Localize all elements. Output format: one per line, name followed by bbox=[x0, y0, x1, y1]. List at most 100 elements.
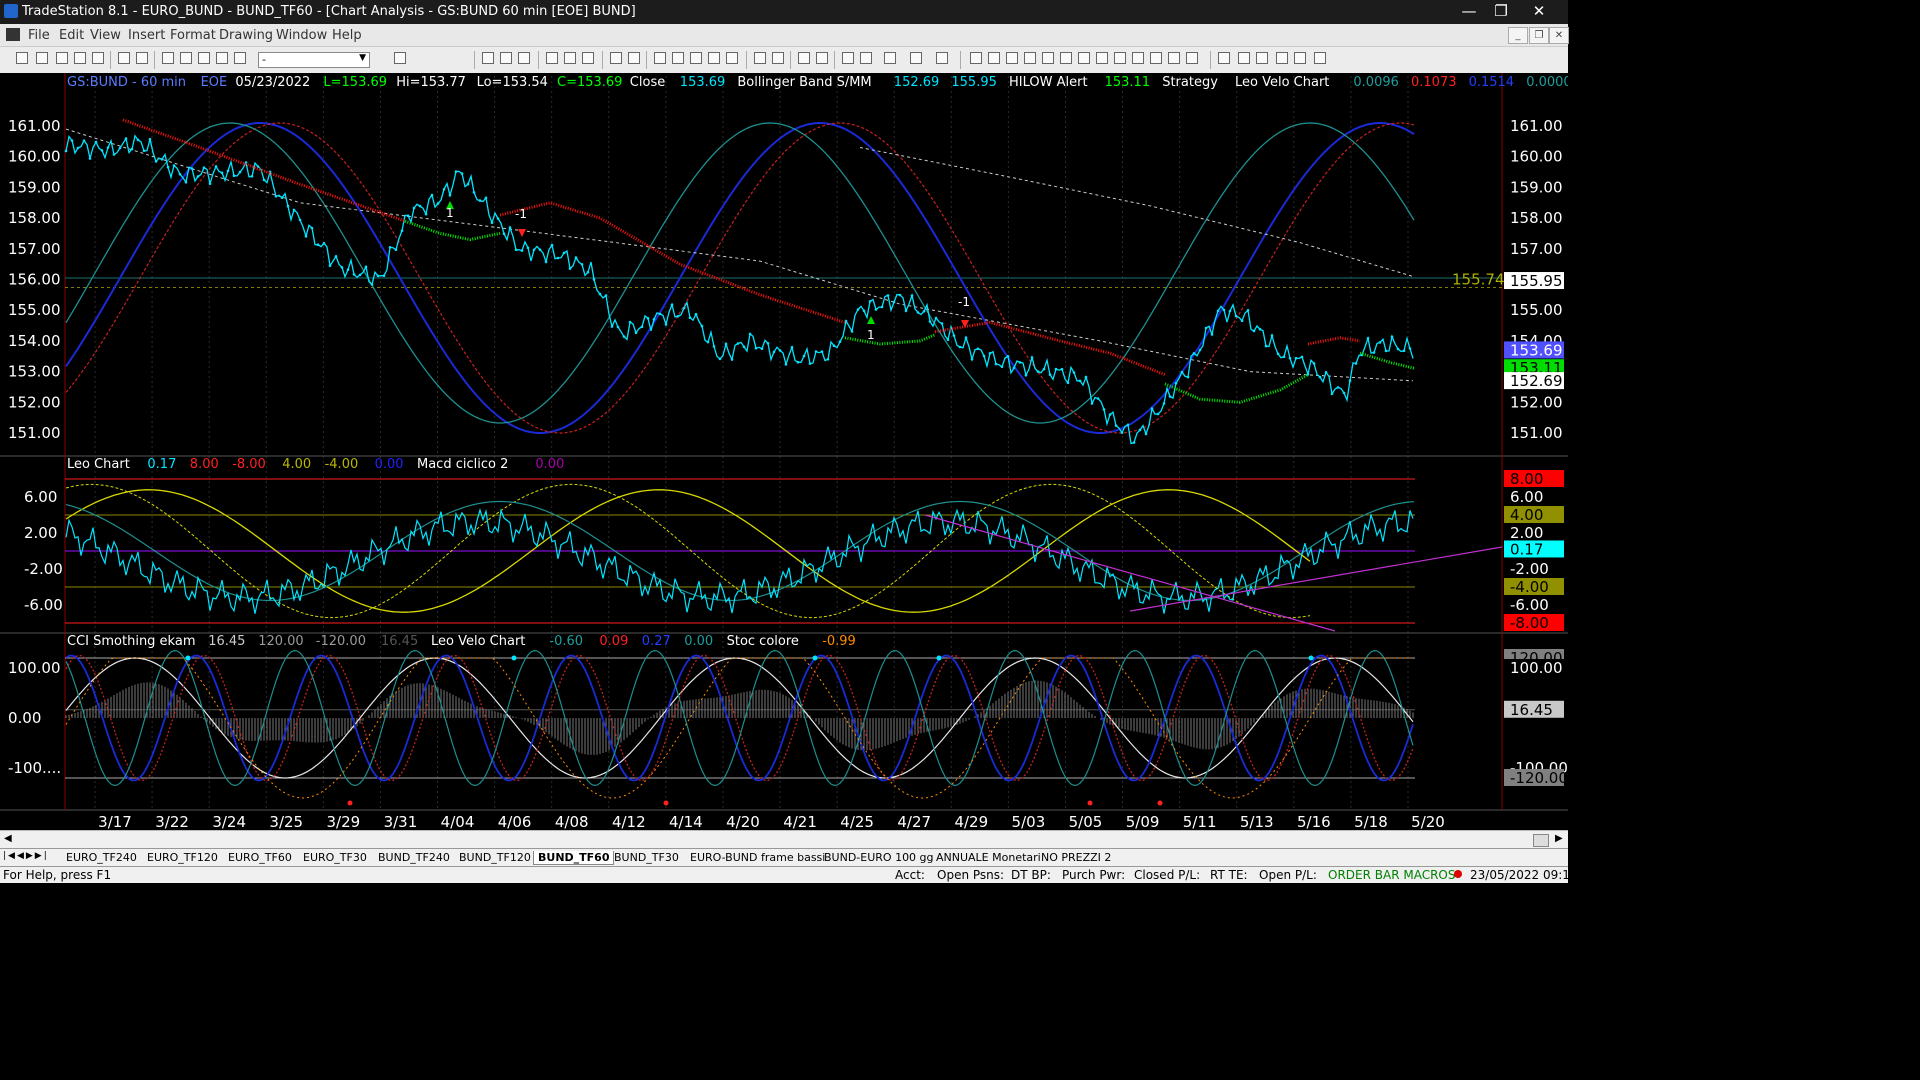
matrix-icon[interactable] bbox=[518, 52, 530, 64]
arrow-icon[interactable] bbox=[1150, 52, 1162, 64]
rectangle-icon[interactable] bbox=[1294, 52, 1306, 64]
mdi-restore-button[interactable]: ❐ bbox=[1529, 27, 1549, 44]
down-arrow-icon[interactable] bbox=[1238, 52, 1250, 64]
menu-insert[interactable]: Insert bbox=[128, 28, 165, 43]
scroll-right-icon[interactable]: ▶ bbox=[1555, 833, 1563, 844]
close-workspace-icon[interactable] bbox=[74, 52, 86, 64]
crosshair-icon[interactable] bbox=[860, 52, 872, 64]
maximize-button[interactable]: ❐ bbox=[1484, 0, 1518, 24]
andrews-pitchfork-icon[interactable] bbox=[1096, 52, 1108, 64]
chart-area[interactable]: 155.74 1 -1 -1 1 161.00 161.00 160.00 160.00 159… bbox=[0, 73, 1568, 830]
paste-icon[interactable] bbox=[180, 52, 192, 64]
minimize-button[interactable]: — bbox=[1452, 0, 1486, 24]
pointer-icon[interactable] bbox=[842, 52, 854, 64]
channel-icon[interactable] bbox=[1042, 52, 1054, 64]
menu-drawing[interactable]: Drawing bbox=[219, 28, 273, 43]
zoom-in-icon[interactable] bbox=[798, 52, 810, 64]
bar-spacing-icon[interactable] bbox=[754, 52, 766, 64]
globe-icon[interactable] bbox=[234, 52, 246, 64]
status-rt-te: RT TE: bbox=[1210, 868, 1248, 882]
tab-euro-bund-frame-bassi[interactable]: EURO-BUND frame bassi bbox=[686, 851, 829, 864]
arc-icon[interactable] bbox=[1168, 52, 1180, 64]
mdi-minimize-button[interactable]: _ bbox=[1508, 27, 1528, 44]
radar-screen-icon[interactable] bbox=[500, 52, 512, 64]
regression-icon[interactable] bbox=[1114, 52, 1126, 64]
alerts-icon[interactable] bbox=[582, 52, 594, 64]
candle-style-icon[interactable] bbox=[672, 52, 684, 64]
zoom-out-icon[interactable] bbox=[816, 52, 828, 64]
print-icon[interactable] bbox=[136, 52, 148, 64]
leo-badge-label: 6.00 bbox=[1510, 488, 1543, 506]
scroll-thumb[interactable] bbox=[1533, 834, 1549, 847]
tab-euro-tf60[interactable]: EURO_TF60 bbox=[224, 851, 296, 864]
text-tool-icon[interactable] bbox=[1314, 52, 1326, 64]
link-icon[interactable] bbox=[936, 52, 948, 64]
cut-icon[interactable] bbox=[216, 52, 228, 64]
tab-bund-tf240[interactable]: BUND_TF240 bbox=[374, 851, 454, 864]
tab-annuale-monetari[interactable]: ANNUALE Monetari bbox=[932, 851, 1045, 864]
menu-view[interactable]: View bbox=[90, 28, 121, 43]
trendline-icon[interactable] bbox=[970, 52, 982, 64]
dot-style-icon[interactable] bbox=[708, 52, 720, 64]
vertical-line-icon[interactable] bbox=[1006, 52, 1018, 64]
up-arrow-icon[interactable] bbox=[1256, 52, 1268, 64]
cci-badge-label: 16.45 bbox=[1510, 701, 1553, 719]
tools-icon[interactable] bbox=[884, 52, 896, 64]
menu-file[interactable]: File bbox=[28, 28, 50, 43]
indicator-icon[interactable] bbox=[546, 52, 558, 64]
gann-fan-icon[interactable] bbox=[1060, 52, 1072, 64]
mdi-close-button[interactable]: ✕ bbox=[1549, 27, 1569, 44]
horizontal-scrollbar[interactable]: ◀ ▶ bbox=[0, 830, 1568, 849]
cci-header-item: Stoc colore bbox=[727, 634, 799, 649]
ellipse-icon[interactable] bbox=[1276, 52, 1288, 64]
strategy-icon[interactable] bbox=[564, 52, 576, 64]
bars-style-icon[interactable] bbox=[654, 52, 666, 64]
format-icon[interactable] bbox=[610, 52, 622, 64]
find-icon[interactable] bbox=[394, 52, 406, 64]
copy-icon[interactable] bbox=[162, 52, 174, 64]
tab-no-prezzi-2[interactable]: NO PREZZI 2 bbox=[1037, 851, 1115, 864]
close-button[interactable]: ✕ bbox=[1522, 0, 1556, 24]
tab-nav-icons[interactable]: |◀◀▶▶| bbox=[3, 851, 49, 861]
price-header-item: 155.95 bbox=[951, 75, 997, 90]
tab-euro-tf120[interactable]: EURO_TF120 bbox=[143, 851, 222, 864]
freehand-icon[interactable] bbox=[1186, 52, 1198, 64]
date-axis-label: 5/11 bbox=[1183, 813, 1217, 830]
status-macros[interactable]: ORDER BAR MACROS bbox=[1328, 868, 1455, 882]
horizontal-line-icon[interactable] bbox=[988, 52, 1000, 64]
price-axis-right-label: 161.00 bbox=[1510, 117, 1563, 135]
speed-line-icon[interactable] bbox=[1078, 52, 1090, 64]
tab-bund-euro-100-gg[interactable]: BUND-EURO 100 gg bbox=[820, 851, 938, 864]
tab-bund-tf60[interactable]: BUND_TF60 bbox=[533, 851, 615, 865]
cci-signal-dot bbox=[663, 800, 669, 806]
lock-icon[interactable] bbox=[198, 52, 210, 64]
fibonacci-icon[interactable] bbox=[1024, 52, 1036, 64]
new-icon[interactable] bbox=[16, 52, 28, 64]
menu-window[interactable]: Window bbox=[276, 28, 327, 43]
open-workspace-icon[interactable] bbox=[56, 52, 68, 64]
menu-edit[interactable]: Edit bbox=[59, 28, 84, 43]
price-header-item: 153.69 bbox=[680, 75, 726, 90]
menu-help[interactable]: Help bbox=[332, 28, 362, 43]
symbol-icon[interactable] bbox=[628, 52, 640, 64]
tab-bund-tf30[interactable]: BUND_TF30 bbox=[610, 851, 683, 864]
leo-badge-label: -2.00 bbox=[1510, 560, 1549, 578]
volume-style-icon[interactable] bbox=[726, 52, 738, 64]
scroll-left-icon[interactable]: ◀ bbox=[4, 833, 12, 844]
tab-euro-tf30[interactable]: EURO_TF30 bbox=[299, 851, 371, 864]
tab-bund-tf120[interactable]: BUND_TF120 bbox=[455, 851, 535, 864]
workspace-tabs: |◀◀▶▶| EURO_TF240 EURO_TF120 EURO_TF60 E… bbox=[0, 848, 1568, 867]
new-window-icon[interactable] bbox=[92, 52, 104, 64]
menu-format[interactable]: Format bbox=[170, 28, 216, 43]
workspace-icon[interactable] bbox=[910, 52, 922, 64]
tab-euro-tf240[interactable]: EURO_TF240 bbox=[62, 851, 141, 864]
symbol-combo[interactable]: - ▼ bbox=[258, 52, 370, 68]
date-axis-label: 5/16 bbox=[1297, 813, 1331, 830]
angle-icon[interactable] bbox=[1132, 52, 1144, 64]
save-icon[interactable] bbox=[118, 52, 130, 64]
scroll-icon[interactable] bbox=[772, 52, 784, 64]
open-icon[interactable] bbox=[36, 52, 48, 64]
curve-icon[interactable] bbox=[1218, 52, 1230, 64]
bar-chart-icon[interactable] bbox=[482, 52, 494, 64]
line-style-icon[interactable] bbox=[690, 52, 702, 64]
